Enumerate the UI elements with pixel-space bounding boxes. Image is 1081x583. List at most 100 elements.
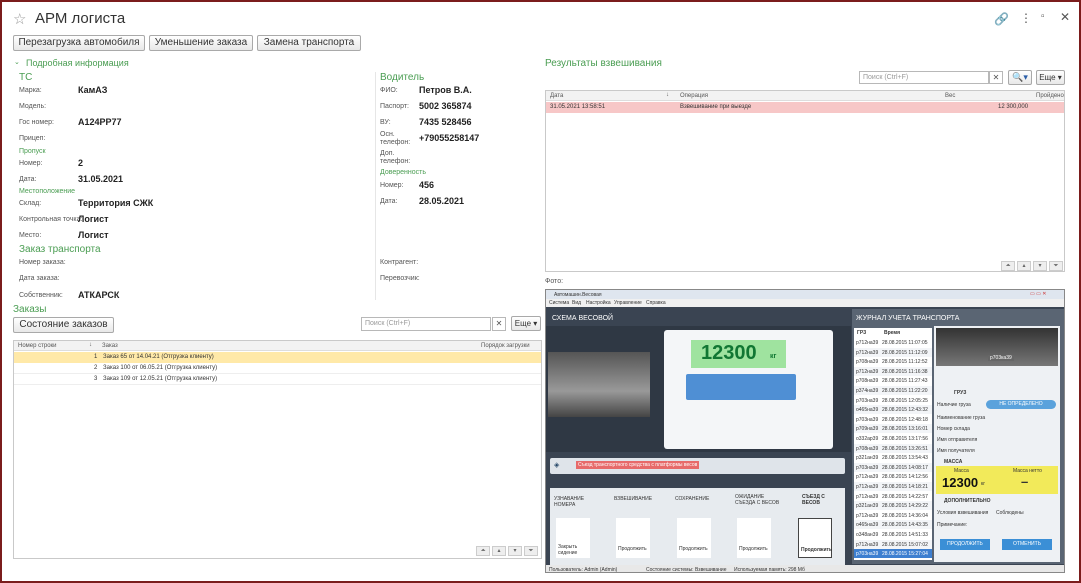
- details-header[interactable]: Подробная информация: [26, 58, 129, 68]
- close-icon[interactable]: ✕: [1060, 10, 1070, 24]
- net-value: –: [1021, 474, 1029, 489]
- steps-panel: УЗНАВАНИЕ НОМЕРА ВЗВЕШИВАНИЕ СОХРАНЕНИЕ …: [550, 488, 845, 566]
- table-row[interactable]: 1 Заказ 65 от 14.04.21 (Отгрузка клиенту…: [14, 352, 541, 363]
- sort-icon[interactable]: ↓: [666, 92, 669, 98]
- app-menubar: Система Вид Настройка Управление Справка: [546, 299, 1064, 307]
- journal-plate: о332ар39: [856, 436, 879, 442]
- col-weight[interactable]: Вес: [945, 93, 955, 99]
- orders-clear-icon[interactable]: ✕: [492, 317, 506, 331]
- not-defined-badge: НЕ ОПРЕДЕЛЕНО: [986, 400, 1056, 409]
- journal-row: р703на39 28.08.2015 12:48:18: [854, 415, 932, 424]
- scroll-up-icon[interactable]: ▴: [1017, 261, 1031, 271]
- column-divider: [375, 72, 376, 300]
- warehouse-value: Территория СЖК: [78, 198, 154, 208]
- journal-row: р703на39 28.08.2015 12:05:25: [854, 396, 932, 405]
- replace-transport-button[interactable]: Замена транспорта: [257, 35, 361, 51]
- proxy-num-value: 456: [419, 180, 435, 190]
- fio-value: Петров В.А.: [419, 85, 472, 95]
- favorite-star-icon[interactable]: ☆: [13, 10, 26, 28]
- order-title: Заказ транспорта: [19, 244, 101, 255]
- row-number: 2: [94, 365, 98, 371]
- journal-title: ЖУРНАЛ УЧЕТА ТРАНСПОРТА: [856, 315, 960, 322]
- weighing-table: Дата ↓ Операция Вес Пройдено 31.05.2021 …: [545, 90, 1065, 272]
- passport-label: Паспорт:: [380, 103, 409, 110]
- reduce-order-button[interactable]: Уменьшение заказа: [149, 35, 253, 51]
- journal-time: 28.08.2015 14:22:57: [882, 493, 928, 500]
- scroll-up-icon[interactable]: ▴: [492, 546, 506, 556]
- journal-col: ГРЗ: [857, 330, 867, 336]
- link-icon[interactable]: 🔗: [994, 12, 1009, 26]
- step-label: УЗНАВАНИЕ НОМЕРА: [554, 496, 585, 508]
- journal-row: р708на39 28.08.2015 13:26:51: [854, 443, 932, 453]
- col-passed[interactable]: Пройдено: [1036, 93, 1064, 99]
- journal-row: р712на39 28.08.2015 14:22:57: [854, 492, 932, 501]
- scale-platform: [686, 374, 796, 400]
- col-operation[interactable]: Операция: [680, 93, 708, 99]
- journal-row: р321ан39 28.08.2015 13:54:43: [854, 453, 932, 462]
- scroll-first-icon[interactable]: ⏶: [1001, 261, 1015, 271]
- orders-search-input[interactable]: Поиск (Ctrl+F): [361, 317, 491, 331]
- journal-plate: р703на39: [856, 416, 879, 423]
- observed-label: Соблюдены: [996, 510, 1024, 516]
- journal-time: 28.08.2015 13:26:51: [882, 445, 928, 452]
- info-icon: ◈: [554, 462, 560, 469]
- window-title: АРМ логиста: [35, 10, 126, 27]
- step-button-label: Закрыть сидение: [558, 544, 578, 556]
- weighing-more-button[interactable]: Еще ▾: [1036, 70, 1065, 85]
- table-row[interactable]: 31.05.2021 13:58:51 Взвешивание при выез…: [546, 102, 1064, 113]
- weighing-clear-icon[interactable]: ✕: [989, 71, 1003, 84]
- scroll-last-icon[interactable]: ⏷: [524, 546, 538, 556]
- journal-time: 28.08.2015 12:48:18: [882, 416, 928, 423]
- weighing-search-input[interactable]: Поиск (Ctrl+F): [859, 71, 989, 84]
- journal-time: 28.08.2015 14:29:22: [882, 503, 928, 510]
- order-date-label: Дата заказа:: [19, 275, 60, 282]
- col-order[interactable]: Заказ: [102, 343, 118, 349]
- orders-more-button[interactable]: Еще ▾: [511, 316, 541, 331]
- journal-time: 28.08.2015 14:43:35: [882, 522, 928, 529]
- reload-vehicle-button[interactable]: Перезагрузка автомобиля: [13, 35, 145, 51]
- col-date[interactable]: Дата: [550, 93, 563, 99]
- step-card: Закрыть сидение: [556, 518, 590, 558]
- journal-row: р712на39 28.08.2015 11:16:38: [854, 366, 932, 376]
- owner-label: Собственник:: [19, 292, 63, 299]
- journal-time: 28.08.2015 11:16:38: [882, 368, 928, 375]
- weighing-search-button[interactable]: 🔍▾: [1008, 70, 1032, 85]
- journal-row: р712на39 28.08.2015 14:36:04: [854, 511, 932, 520]
- orders-more-label: Еще: [514, 319, 532, 328]
- step-button-label: Продолжить: [739, 546, 768, 552]
- journal-time: 28.08.2015 14:12:56: [882, 474, 928, 481]
- scroll-last-icon[interactable]: ⏷: [1049, 261, 1063, 271]
- restore-icon[interactable]: ▫: [1041, 11, 1045, 22]
- orders-table: Номер строки ↓ Заказ Порядок загрузки 1 …: [13, 340, 542, 559]
- scroll-down-icon[interactable]: ▾: [508, 546, 522, 556]
- pass-date-value: 31.05.2021: [78, 174, 124, 184]
- orders-title: Заказы: [13, 304, 47, 315]
- sort-icon[interactable]: ↓: [89, 342, 92, 348]
- journal-time: 28.08.2015 13:17:56: [882, 436, 928, 442]
- journal-time: 28.08.2015 14:18:21: [882, 484, 928, 490]
- row-order: Заказ 65 от 14.04.21 (Отгрузка клиенту): [103, 354, 214, 360]
- journal-time: 28.08.2015 12:43:32: [882, 407, 928, 414]
- row-weight: 12 300,000: [998, 104, 1029, 110]
- col-load-order[interactable]: Порядок загрузки: [481, 343, 530, 349]
- journal-row: о465на39 28.08.2015 12:43:32: [854, 405, 932, 415]
- more-vert-icon[interactable]: ⋮: [1020, 11, 1032, 25]
- row-order: Заказ 109 от 12.05.21 (Отгрузка клиенту): [103, 376, 218, 382]
- step-label: СЪЕЗД С ВЕСОВ: [802, 494, 825, 506]
- cargo-title: ГРУЗ: [954, 390, 967, 396]
- row-number: 3: [94, 376, 98, 382]
- table-row[interactable]: 2 Заказ 100 от 06.05.21 (Отгрузка клиент…: [14, 363, 541, 374]
- scroll-down-icon[interactable]: ▾: [1033, 261, 1047, 271]
- app-title: Автомашин.Весовая: [554, 292, 602, 298]
- plate-label: Гос номер:: [19, 119, 54, 126]
- col-row-number[interactable]: Номер строки: [18, 343, 57, 349]
- table-row[interactable]: 3 Заказ 109 от 12.05.21 (Отгрузка клиент…: [14, 374, 541, 385]
- phone2-label: Доп. телефон:: [380, 150, 411, 165]
- orders-state-button[interactable]: Состояние заказов: [13, 317, 114, 333]
- alert-text: Съезд транспортного средства с платформы…: [576, 461, 700, 469]
- license-label: ВУ:: [380, 119, 391, 126]
- collapse-icon[interactable]: ⌄: [14, 58, 20, 66]
- scroll-first-icon[interactable]: ⏶: [476, 546, 490, 556]
- contractor-label: Контрагент:: [380, 259, 419, 266]
- status-memory: Используемая память: 298 Мб: [734, 567, 805, 573]
